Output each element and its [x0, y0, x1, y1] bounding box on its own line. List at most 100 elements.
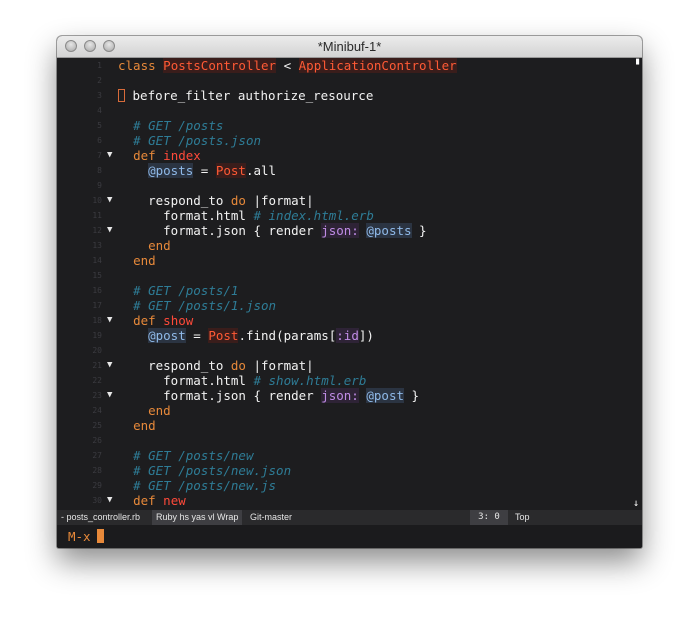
window-title: *Minibuf-1* — [317, 39, 382, 54]
code-line: @post = Post.find(params[:id]) — [57, 328, 642, 343]
code-line: before_filter authorize_resource — [57, 88, 642, 103]
operator: < — [276, 58, 299, 73]
code-line: # GET /posts/new.js — [57, 478, 642, 493]
line-number: 20 — [92, 346, 102, 355]
line-number: 15 — [92, 271, 102, 280]
keyword: def — [133, 148, 156, 163]
code-line: end — [57, 253, 642, 268]
comment: # GET /posts.json — [133, 133, 261, 148]
minibuffer-prompt: M-x — [68, 529, 91, 544]
code-line: format.html # show.html.erb — [57, 373, 642, 388]
code-line: respond_to do |format| — [57, 358, 642, 373]
operator: = — [193, 163, 216, 178]
line-number: 9 — [97, 181, 102, 190]
instance-variable: @posts — [148, 163, 194, 178]
editor-buffer[interactable]: 30 ▼ 29 28 27 26 25 24 23 ▼ 22 21 ▼ 20 19 18 ▼ 17 16 15 14 13… — [57, 58, 642, 510]
code-line: # GET /posts/1.json — [57, 298, 642, 313]
code-line: end — [57, 418, 642, 433]
vc-branch[interactable]: Git-master — [250, 512, 292, 522]
gutter-row: 15 — [57, 268, 642, 283]
keyword: do — [230, 358, 246, 373]
minibuffer[interactable]: M-x — [57, 525, 642, 548]
title-bar[interactable]: *Minibuf-1* — [57, 36, 642, 58]
code-text: respond_to — [148, 358, 231, 373]
comment: # GET /posts/1 — [133, 283, 239, 298]
line-number: 26 — [92, 436, 102, 445]
class-name: Post — [208, 328, 239, 343]
code-text: format.json { render — [163, 223, 322, 238]
code-text: } — [404, 388, 420, 403]
code-text: respond_to — [148, 193, 231, 208]
code-line: @posts = Post.all — [57, 163, 642, 178]
scroll-position: Top — [515, 512, 530, 522]
keyword: end — [148, 238, 171, 253]
code-line: format.json { render json: @post } — [57, 388, 642, 403]
minibuffer-cursor — [97, 529, 104, 543]
instance-variable: @post — [366, 388, 405, 403]
code-line: # GET /posts/new — [57, 448, 642, 463]
comment: # GET /posts/new.json — [133, 463, 292, 478]
gutter-row: 2 — [57, 73, 642, 88]
cursor-position: 3: 0 — [470, 510, 508, 525]
emacs-window: *Minibuf-1* 30 ▼ 29 28 27 26 25 24 23 ▼ 22 21 ▼ 20 19 1… — [57, 36, 642, 548]
instance-variable: @posts — [366, 223, 412, 238]
comment: # show.html.erb — [253, 373, 367, 388]
comment: # GET /posts/new — [133, 448, 254, 463]
parent-class: ApplicationController — [298, 58, 457, 73]
code-text: format.json { render — [163, 388, 322, 403]
code-line: format.json { render json: @posts } — [57, 223, 642, 238]
code-line: end — [57, 238, 642, 253]
method-name: new — [163, 493, 186, 508]
code-line: # GET /posts — [57, 118, 642, 133]
keyword: do — [230, 193, 246, 208]
code-line: end — [57, 403, 642, 418]
operator: = — [185, 328, 209, 343]
code-text: before_filter authorize_resource — [125, 88, 374, 103]
keyword: end — [133, 253, 156, 268]
gutter-row: 26 — [57, 433, 642, 448]
gutter-row: 20 — [57, 343, 642, 358]
method-name: index — [163, 148, 201, 163]
code-text: } — [411, 223, 427, 238]
code-text: .all — [245, 163, 277, 178]
code-line: def index — [57, 148, 642, 163]
method-name: show — [163, 313, 194, 328]
code-line: respond_to do |format| — [57, 193, 642, 208]
comment: # GET /posts/new.js — [133, 478, 277, 493]
code-text: .find(params[ — [238, 328, 337, 343]
line-number: 2 — [97, 76, 102, 85]
comment: # index.html.erb — [253, 208, 374, 223]
gutter-row: 9 — [57, 178, 642, 193]
class-name: PostsController — [163, 58, 277, 73]
gutter-row: 4 — [57, 103, 642, 118]
keyword: def — [133, 493, 156, 508]
text-cursor — [118, 89, 125, 102]
keyword: end — [148, 403, 171, 418]
code-line: def show — [57, 313, 642, 328]
keyword: def — [133, 313, 156, 328]
code-text: |format| — [245, 358, 314, 373]
instance-variable: @post — [148, 328, 186, 343]
code-text: format.html — [163, 373, 254, 388]
class-name: Post — [215, 163, 246, 178]
code-text: format.html — [163, 208, 254, 223]
symbol: json: — [321, 223, 359, 238]
code-line: class PostsController < ApplicationContr… — [57, 58, 642, 73]
code-text: |format| — [245, 193, 314, 208]
comment: # GET /posts — [133, 118, 224, 133]
keyword: class — [118, 58, 156, 73]
symbol: :id — [336, 328, 359, 343]
code-line: # GET /posts.json — [57, 133, 642, 148]
major-mode[interactable]: Ruby hs yas vl Wrap — [152, 510, 243, 525]
code-line: # GET /posts/1 — [57, 283, 642, 298]
comment: # GET /posts/1.json — [133, 298, 277, 313]
code-line: def new — [57, 493, 642, 508]
line-number: 4 — [97, 106, 102, 115]
mode-line: - posts_controller.rb Ruby hs yas vl Wra… — [57, 510, 642, 525]
code-line: # GET /posts/new.json — [57, 463, 642, 478]
code-text: ]) — [358, 328, 374, 343]
code-line: format.html # index.html.erb — [57, 208, 642, 223]
buffer-name[interactable]: - posts_controller.rb — [61, 512, 140, 522]
symbol: json: — [321, 388, 359, 403]
keyword: end — [133, 418, 156, 433]
